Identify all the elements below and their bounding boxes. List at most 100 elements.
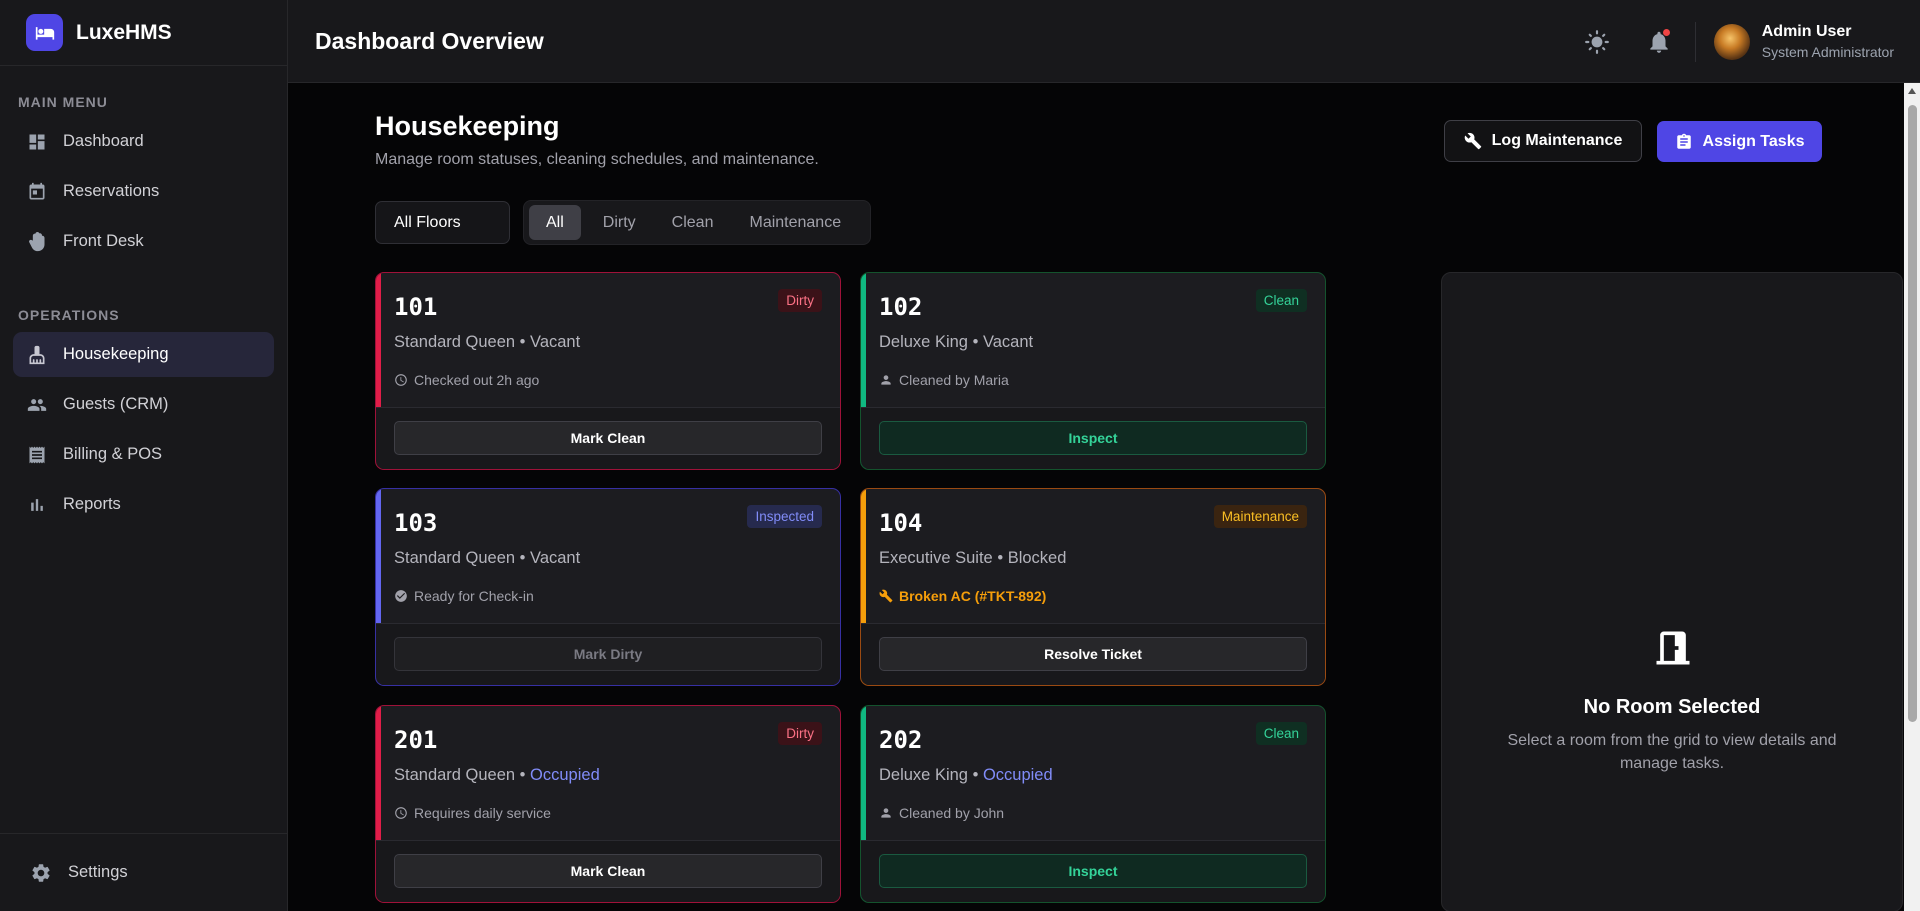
sidebar: LuxeHMS MAIN MENU Dashboard Reservations… bbox=[0, 0, 288, 911]
topbar: Dashboard Overview Admin User System Adm… bbox=[288, 0, 1920, 83]
person-icon bbox=[881, 808, 891, 818]
room-card-201[interactable]: 201 Dirty Standard Queen • Occupied Requ… bbox=[375, 705, 841, 903]
room-note: Ready for Check-in bbox=[394, 588, 534, 604]
mark-clean-button[interactable]: Mark Clean bbox=[394, 854, 822, 888]
section-title: Housekeeping bbox=[375, 111, 560, 141]
room-type: Standard Queen • Occupied bbox=[394, 766, 600, 784]
log-maintenance-button[interactable]: Log Maintenance bbox=[1444, 120, 1642, 162]
sidebar-item-front-desk[interactable]: Front Desk bbox=[13, 219, 274, 264]
mark-dirty-button[interactable]: Mark Dirty bbox=[394, 637, 822, 671]
room-type: Standard Queen • Vacant bbox=[394, 549, 581, 567]
card-footer: Resolve Ticket bbox=[861, 623, 1325, 685]
detail-text: Select a room from the grid to view deta… bbox=[1507, 732, 1837, 772]
clock-icon bbox=[395, 807, 407, 819]
user-info[interactable]: Admin User System Administrator bbox=[1762, 23, 1894, 60]
brand-name: LuxeHMS bbox=[76, 20, 172, 44]
notification-dot bbox=[1662, 28, 1670, 36]
room-card-102[interactable]: 102 Clean Deluxe King • Vacant Cleaned b… bbox=[860, 272, 1326, 470]
floor-select[interactable]: All Floors bbox=[375, 201, 510, 244]
dashboard-icon bbox=[27, 132, 47, 152]
status-badge: Clean bbox=[1255, 722, 1307, 745]
main-menu-label: MAIN MENU bbox=[18, 94, 108, 110]
inspect-button[interactable]: Inspect bbox=[879, 421, 1307, 455]
notifications-button[interactable] bbox=[1645, 28, 1673, 56]
wrench-icon bbox=[1464, 132, 1481, 150]
status-badge: Inspected bbox=[747, 505, 822, 528]
sidebar-item-reservations[interactable]: Reservations bbox=[13, 169, 274, 214]
tab-dirty[interactable]: Dirty bbox=[585, 205, 654, 240]
app-root: LuxeHMS MAIN MENU Dashboard Reservations… bbox=[0, 0, 1920, 911]
main: Dashboard Overview Admin User System Adm… bbox=[288, 0, 1920, 911]
room-number: 102 bbox=[879, 293, 923, 321]
sidebar-item-settings[interactable]: Settings bbox=[0, 833, 287, 911]
assign-tasks-label: Assign Tasks bbox=[1702, 132, 1805, 150]
resolve-ticket-button[interactable]: Resolve Ticket bbox=[879, 637, 1307, 671]
room-number: 201 bbox=[394, 726, 438, 754]
room-card-101[interactable]: 101 Dirty Standard Queen • Vacant Checke… bbox=[375, 272, 841, 470]
door-icon bbox=[1656, 631, 1690, 665]
receipt-icon bbox=[27, 445, 47, 465]
users-icon bbox=[27, 395, 47, 415]
room-type: Executive Suite • Blocked bbox=[879, 549, 1067, 567]
sidebar-item-housekeeping[interactable]: Housekeeping bbox=[13, 332, 274, 377]
bed-icon bbox=[26, 14, 63, 51]
card-footer: Mark Clean bbox=[376, 840, 840, 902]
card-footer: Inspect bbox=[861, 840, 1325, 902]
room-note: Requires daily service bbox=[394, 805, 551, 821]
room-type: Deluxe King • Vacant bbox=[879, 333, 1034, 351]
user-name: Admin User bbox=[1761, 23, 1852, 40]
status-badge: Maintenance bbox=[1213, 505, 1307, 528]
sidebar-item-dashboard[interactable]: Dashboard bbox=[13, 119, 274, 164]
detail-title: No Room Selected bbox=[1583, 696, 1761, 718]
status-filter-tabs: All Dirty Clean Maintenance bbox=[523, 200, 871, 245]
sidebar-item-reports[interactable]: Reports bbox=[13, 482, 274, 527]
scroll-thumb[interactable] bbox=[1908, 105, 1917, 722]
room-detail-panel: No Room Selected Select a room from the … bbox=[1441, 272, 1903, 911]
brand[interactable]: LuxeHMS bbox=[0, 0, 287, 66]
sidebar-item-label: Reservations bbox=[63, 182, 160, 200]
room-number: 103 bbox=[394, 509, 438, 537]
room-number: 101 bbox=[394, 293, 438, 321]
sidebar-item-billing[interactable]: Billing & POS bbox=[13, 432, 274, 477]
broom-icon bbox=[27, 345, 47, 365]
calendar-icon bbox=[27, 182, 47, 202]
wrench-icon bbox=[879, 589, 893, 603]
room-card-202[interactable]: 202 Clean Deluxe King • Occupied Cleaned… bbox=[860, 705, 1326, 903]
person-icon bbox=[881, 375, 891, 385]
card-footer: Mark Clean bbox=[376, 407, 840, 469]
status-badge: Clean bbox=[1255, 289, 1307, 312]
clipboard-icon bbox=[1676, 133, 1691, 149]
sidebar-item-label: Guests (CRM) bbox=[63, 395, 169, 413]
tab-clean[interactable]: Clean bbox=[654, 205, 732, 240]
assign-tasks-button[interactable]: Assign Tasks bbox=[1657, 121, 1822, 162]
avatar[interactable] bbox=[1713, 23, 1750, 60]
theme-toggle-button[interactable] bbox=[1583, 28, 1611, 56]
room-card-104[interactable]: 104 Maintenance Executive Suite • Blocke… bbox=[860, 488, 1326, 686]
sidebar-item-label: Billing & POS bbox=[63, 445, 163, 463]
sidebar-item-label: Dashboard bbox=[63, 132, 144, 150]
inspect-button[interactable]: Inspect bbox=[879, 854, 1307, 888]
check-circle-icon bbox=[395, 590, 407, 602]
room-type: Deluxe King • Occupied bbox=[879, 766, 1053, 784]
scrollbar[interactable] bbox=[1904, 83, 1920, 911]
tab-all[interactable]: All bbox=[529, 205, 581, 240]
mark-clean-button[interactable]: Mark Clean bbox=[394, 421, 822, 455]
card-footer: Inspect bbox=[861, 407, 1325, 469]
room-card-103[interactable]: 103 Inspected Standard Queen • Vacant Re… bbox=[375, 488, 841, 686]
divider bbox=[1694, 21, 1696, 62]
sun-icon bbox=[1584, 29, 1609, 54]
section-subtitle: Manage room statuses, cleaning schedules… bbox=[375, 151, 819, 168]
log-maintenance-label: Log Maintenance bbox=[1491, 132, 1623, 149]
tab-maintenance[interactable]: Maintenance bbox=[731, 205, 859, 240]
top-actions: Admin User System Administrator bbox=[1583, 0, 1894, 83]
hand-icon bbox=[27, 231, 47, 252]
bar-chart-icon bbox=[27, 495, 47, 515]
sidebar-item-label: Reports bbox=[63, 495, 121, 513]
room-note: Checked out 2h ago bbox=[394, 372, 539, 388]
sidebar-item-label: Housekeeping bbox=[63, 345, 169, 363]
room-type: Standard Queen • Vacant bbox=[394, 333, 581, 351]
sidebar-item-label: Front Desk bbox=[63, 232, 144, 250]
sidebar-item-guests[interactable]: Guests (CRM) bbox=[13, 382, 274, 427]
scroll-up-arrow[interactable] bbox=[1908, 88, 1916, 94]
operations-label: OPERATIONS bbox=[18, 307, 120, 323]
